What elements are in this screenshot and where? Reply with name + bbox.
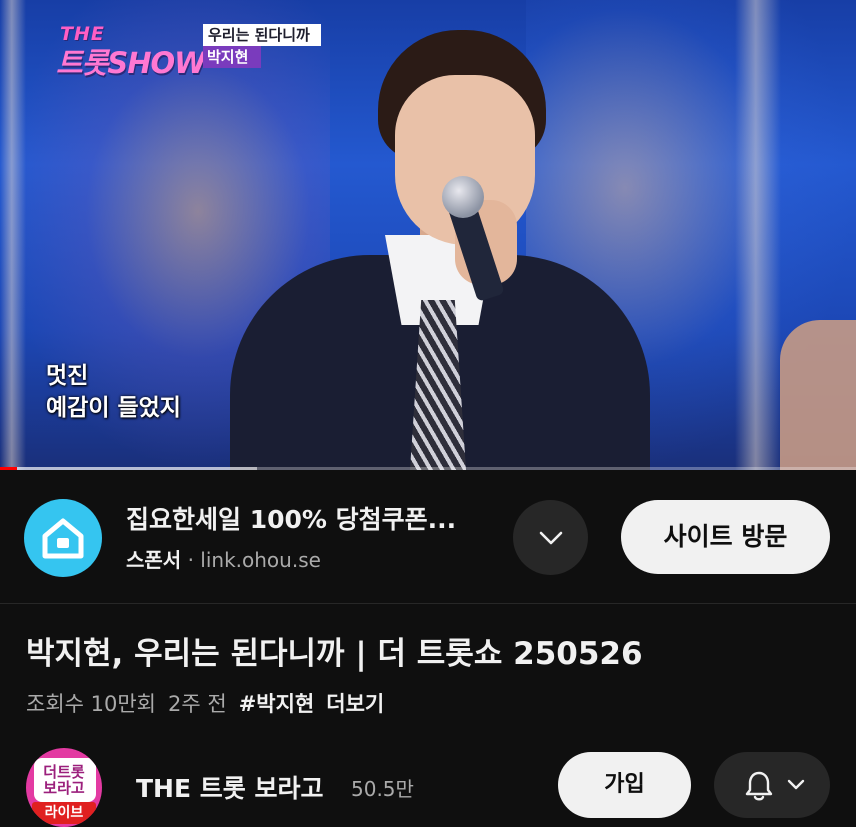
microphone-icon xyxy=(442,176,484,218)
chevron-down-icon xyxy=(539,531,563,545)
video-title[interactable]: 박지현, 우리는 된다니까 | 더 트롯쇼 250526 xyxy=(26,628,643,673)
ad-subtitle: 스폰서 · link.ohou.se xyxy=(126,544,321,573)
broadcast-logo: THE 트롯SHOW xyxy=(56,23,206,80)
bell-icon xyxy=(745,771,773,801)
advertiser-logo[interactable] xyxy=(24,499,102,577)
lyrics-line: 예감이 들었지 xyxy=(46,395,181,421)
progress-bar[interactable] xyxy=(0,467,856,470)
more-button[interactable]: 더보기 xyxy=(326,688,384,718)
avatar-text: 더트롯 보라고 xyxy=(26,764,102,796)
song-title-caption: 우리는 된다니까 xyxy=(203,24,321,46)
upload-age: 2주 전 xyxy=(168,692,227,716)
notification-settings-button[interactable] xyxy=(714,752,830,818)
view-count: 조회수 10만회 xyxy=(26,692,156,716)
live-badge: 라이브 xyxy=(32,802,96,824)
house-icon xyxy=(42,518,84,559)
progress-buffered xyxy=(0,467,257,470)
ad-title[interactable]: 집요한세일 100% 당첨쿠폰... xyxy=(126,500,456,536)
join-button[interactable]: 가입 xyxy=(558,752,691,818)
ad-expand-button[interactable] xyxy=(513,500,588,575)
visit-site-button[interactable]: 사이트 방문 xyxy=(621,500,830,574)
progress-played xyxy=(0,467,18,470)
lyrics-line: 멋진 xyxy=(46,363,89,389)
avatar-text-line: 보라고 xyxy=(43,779,85,797)
ad-domain: link.ohou.se xyxy=(200,548,321,572)
stage-pillar-left xyxy=(0,0,26,470)
video-metadata[interactable]: 조회수 10만회 2주 전 #박지현 더보기 xyxy=(26,688,384,718)
chevron-down-icon xyxy=(787,779,805,790)
broadcast-logo-main: 트롯SHOW xyxy=(56,46,206,80)
singer-name-caption: 박지현 xyxy=(203,46,261,68)
lyrics-subtitle: 멋진 예감이 들었지 xyxy=(46,360,181,424)
stage-pillar-right xyxy=(735,0,781,470)
channel-avatar[interactable]: 더트롯 보라고 라이브 xyxy=(26,748,102,827)
separator-dot: · xyxy=(187,548,194,572)
background-performer xyxy=(780,320,856,470)
hashtag-link[interactable]: #박지현 xyxy=(239,688,315,718)
avatar-text-line: 더트롯 xyxy=(43,763,85,781)
sponsor-label: 스폰서 xyxy=(126,548,182,572)
video-player[interactable]: THE 트롯SHOW 우리는 된다니까 박지현 멋진 예감이 들었지 xyxy=(0,0,856,470)
channel-name[interactable]: THE 트롯 보라고 xyxy=(136,769,323,805)
subscriber-count: 50.5만 xyxy=(351,777,414,801)
